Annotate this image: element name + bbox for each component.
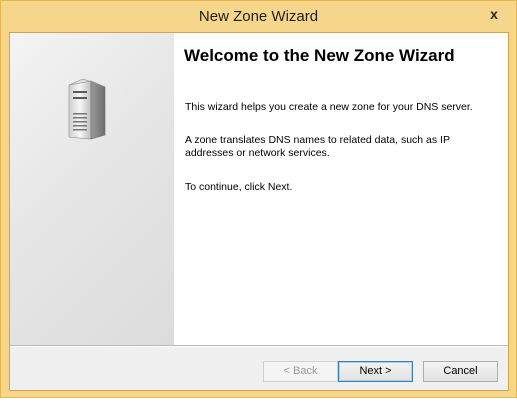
window-title: New Zone Wizard bbox=[198, 8, 319, 25]
page-heading: Welcome to the New Zone Wizard bbox=[184, 46, 455, 65]
back-button[interactable]: < Back bbox=[263, 361, 338, 382]
wizard-side-panel bbox=[10, 33, 174, 345]
next-button[interactable]: Next > bbox=[338, 361, 413, 382]
continue-instruction: To continue, click Next. bbox=[185, 181, 293, 193]
zone-description-paragraph: A zone translates DNS names to related d… bbox=[185, 134, 450, 159]
server-icon bbox=[68, 78, 106, 140]
wizard-content: Welcome to the New Zone Wizard This wiza… bbox=[174, 33, 508, 345]
title-bar[interactable]: New Zone Wizard x bbox=[1, 1, 516, 32]
wizard-client-area: Welcome to the New Zone Wizard This wiza… bbox=[9, 32, 509, 391]
intro-paragraph: This wizard helps you create a new zone … bbox=[185, 101, 473, 113]
cancel-button[interactable]: Cancel bbox=[423, 361, 498, 382]
button-separator bbox=[10, 345, 508, 347]
close-button[interactable]: x bbox=[484, 5, 504, 23]
wizard-window: New Zone Wizard x Welcome to the New Zon… bbox=[0, 0, 517, 398]
